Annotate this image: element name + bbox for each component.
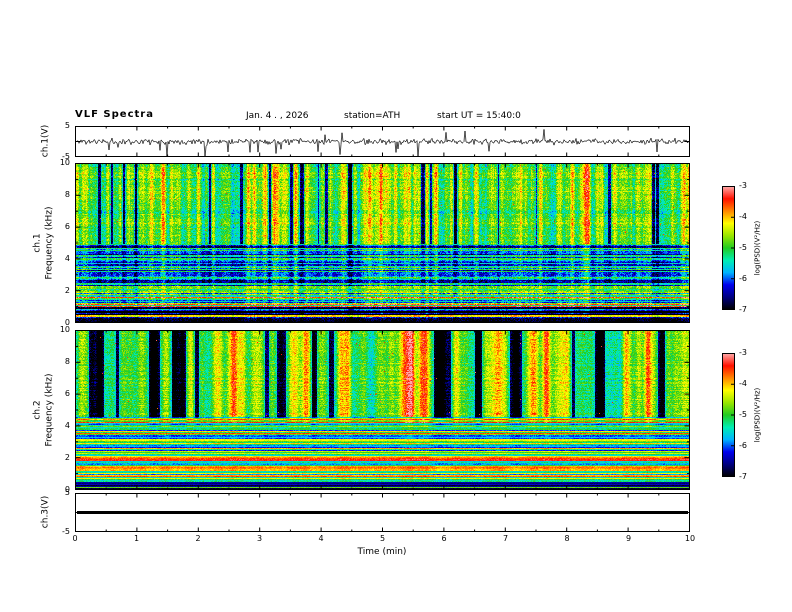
ch2-spectrogram-canvas <box>75 330 690 490</box>
x-tick-label: 7 <box>502 534 509 543</box>
x-tick-label: 8 <box>564 534 570 543</box>
colorbar-tick-label: -7 <box>739 472 747 481</box>
ch1-channel-label: ch.1 <box>32 233 43 253</box>
x-tick-label: 10 <box>684 534 696 543</box>
x-tick-label: 0 <box>72 534 78 543</box>
colorbar2-canvas <box>722 353 735 477</box>
colorbar-tick-label: -6 <box>739 441 747 450</box>
ch1-frequency-axis-label: Frequency (kHz) <box>44 206 55 280</box>
x-tick-label: 1 <box>133 534 140 543</box>
y-tick-label: 4 <box>64 254 70 263</box>
colorbar-tick-label: -5 <box>739 410 747 419</box>
ch1-spectrogram-canvas <box>75 163 690 323</box>
colorbar1-canvas <box>722 186 735 310</box>
x-tick-label: 3 <box>256 534 263 543</box>
colorbar1-label: log(PSD)(V²/Hz) <box>753 220 762 276</box>
x-tick-label: 2 <box>195 534 201 543</box>
colorbar-tick-label: -3 <box>739 348 747 357</box>
colorbar2-label: log(PSD)(V²/Hz) <box>753 387 762 443</box>
header-station: station=ATH <box>344 111 401 121</box>
y-tick-label: -5 <box>62 527 70 536</box>
y-tick-label: 4 <box>64 421 70 430</box>
ch3-waveform-canvas <box>75 493 690 532</box>
x-tick-label: 4 <box>318 534 324 543</box>
ch1-waveform-canvas <box>75 126 690 157</box>
y-tick-label: 6 <box>64 389 70 398</box>
ch2-channel-label: ch.2 <box>32 400 43 420</box>
ch2-frequency-axis-label: Frequency (kHz) <box>44 373 55 447</box>
y-tick-label: 8 <box>64 357 70 366</box>
y-tick-label: 5 <box>64 121 70 130</box>
y-tick-label: -5 <box>62 152 70 161</box>
y-tick-label: 8 <box>64 190 70 199</box>
x-tick-label: 6 <box>441 534 447 543</box>
x-tick-label: 9 <box>625 534 632 543</box>
colorbar-tick-label: -4 <box>739 379 747 388</box>
x-tick-label: 5 <box>379 534 386 543</box>
y-tick-label: 6 <box>64 222 70 231</box>
ch3-voltage-axis-label: ch.3(V) <box>40 495 51 529</box>
y-tick-label: 2 <box>64 453 70 462</box>
y-tick-label: 10 <box>59 325 70 334</box>
colorbar-tick-label: -4 <box>739 212 747 221</box>
vlf-spectra-figure: VLF Spectra Jan. 4 . , 2026 station=ATH … <box>0 0 792 612</box>
colorbar-tick-label: -6 <box>739 274 747 283</box>
colorbar-tick-label: -7 <box>739 305 747 314</box>
y-tick-label: 5 <box>64 488 70 497</box>
colorbar-tick-label: -5 <box>739 243 747 252</box>
header-date: Jan. 4 . , 2026 <box>246 111 309 121</box>
header-start-ut: start UT = 15:40:0 <box>437 111 521 121</box>
colorbar-tick-label: -3 <box>739 181 747 190</box>
plot-title: VLF Spectra <box>75 109 154 120</box>
y-tick-label: 2 <box>64 286 70 295</box>
time-axis-label: Time (min) <box>357 547 407 557</box>
ch1-voltage-axis-label: ch.1(V) <box>40 124 51 158</box>
